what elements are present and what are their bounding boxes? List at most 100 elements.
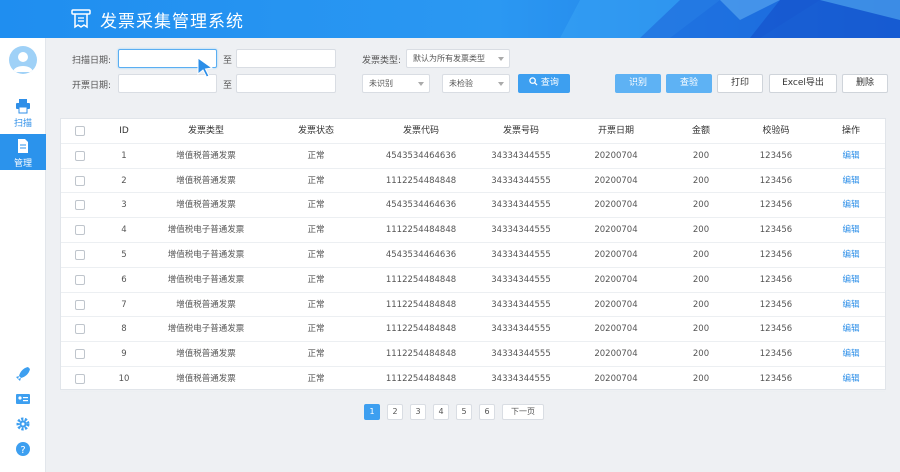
excel-export-button[interactable]: Excel导出 [769, 74, 837, 93]
id-card-icon[interactable] [15, 391, 31, 407]
row-checkbox[interactable] [75, 175, 85, 186]
chevron-down-icon [498, 57, 504, 61]
invoice-type-value: 默认为所有发票类型 [413, 54, 485, 63]
table-row[interactable]: 5 增值税电子普通发票 正常 4543534464636 34334344555 2020… [61, 243, 885, 268]
edit-link[interactable]: 编辑 [831, 218, 871, 242]
cell-amount: 200 [692, 250, 710, 260]
page-button-3[interactable]: 3 [410, 404, 426, 420]
header-check-code: 校验码 [762, 126, 790, 136]
issue-date-end-input[interactable] [236, 74, 336, 93]
edit-link[interactable]: 编辑 [831, 144, 871, 168]
page-button-4[interactable]: 4 [433, 404, 449, 420]
cell-number: 34334344555 [491, 150, 551, 161]
header-operation: 操作 [841, 126, 860, 136]
cell-status: 正常 [307, 299, 325, 310]
cell-check-code: 123456 [759, 200, 793, 211]
table-row[interactable]: 2 增值税普通发票 正常 1112254484848 34334344555 202007… [61, 169, 885, 194]
cell-code: 1112254484848 [385, 225, 457, 236]
page-button-6[interactable]: 6 [479, 404, 495, 420]
table-row[interactable]: 3 增值税普通发票 正常 4543534464636 34334344555 202007… [61, 193, 885, 219]
sidebar-item-scan[interactable]: 扫描 [0, 94, 46, 130]
edit-link[interactable]: 编辑 [831, 367, 871, 391]
edit-link[interactable]: 编辑 [831, 169, 871, 193]
cell-type: 增值税普通发票 [176, 150, 236, 161]
search-icon [529, 77, 538, 86]
scan-date-label: 扫描日期: [72, 56, 112, 66]
main-content: 扫描日期: 至 发票类型: 默认为所有发票类型 开票日期: 至 未识别 未检验 … [46, 38, 900, 472]
search-button[interactable]: 查询 [518, 74, 570, 93]
header-status: 发票状态 [297, 126, 334, 136]
row-checkbox[interactable] [75, 150, 85, 161]
cell-check-code: 123456 [759, 274, 793, 285]
row-checkbox[interactable] [75, 250, 85, 260]
table-row[interactable]: 6 增值税电子普通发票 正常 1112254484848 34334344555 2020… [61, 268, 885, 293]
svg-text:?: ? [20, 445, 25, 456]
sidebar-item-manage[interactable]: 管理 [0, 134, 46, 170]
cell-code: 1112254484848 [385, 274, 457, 285]
search-button-label: 查询 [540, 78, 559, 88]
cell-status: 正常 [307, 250, 325, 260]
edit-link[interactable]: 编辑 [831, 243, 871, 267]
print-button[interactable]: 打印 [717, 74, 763, 93]
cell-type: 增值税电子普通发票 [167, 324, 245, 335]
chevron-down-icon [498, 82, 504, 86]
table-row[interactable]: 10 增值税普通发票 正常 1112254484848 34334344555 20200… [61, 367, 885, 392]
edit-link[interactable]: 编辑 [831, 342, 871, 366]
row-checkbox[interactable] [75, 274, 85, 285]
verify-button[interactable]: 查验 [666, 74, 712, 93]
recognition-status-select[interactable]: 未识别 [362, 74, 430, 93]
gear-icon[interactable] [15, 416, 31, 432]
table-row[interactable]: 1 增值税普通发票 正常 4543534464636 34334344555 202007… [61, 144, 885, 169]
edit-link[interactable]: 编辑 [831, 268, 871, 292]
cell-number: 34334344555 [491, 324, 551, 335]
avatar[interactable] [9, 46, 37, 74]
cell-status: 正常 [307, 349, 325, 360]
cell-date: 20200704 [594, 200, 638, 211]
cell-status: 正常 [307, 150, 325, 161]
invoice-type-select[interactable]: 默认为所有发票类型 [406, 49, 510, 68]
edit-link[interactable]: 编辑 [831, 193, 871, 217]
select-all-checkbox[interactable] [75, 126, 85, 136]
table-row[interactable]: 9 增值税普通发票 正常 1112254484848 34334344555 202007… [61, 342, 885, 367]
rocket-icon[interactable] [15, 366, 31, 382]
cell-number: 34334344555 [491, 299, 551, 310]
cell-status: 正常 [307, 324, 325, 335]
cell-check-code: 123456 [759, 374, 793, 384]
issue-date-label: 开票日期: [72, 81, 112, 91]
table-row[interactable]: 7 增值税普通发票 正常 1112254484848 34334344555 202007… [61, 293, 885, 318]
cell-number: 34334344555 [491, 274, 551, 285]
scan-date-end-input[interactable] [236, 49, 336, 68]
page-button-1[interactable]: 1 [364, 404, 380, 420]
edit-link[interactable]: 编辑 [831, 293, 871, 317]
cell-date: 20200704 [594, 299, 638, 310]
table-row[interactable]: 4 增值税电子普通发票 正常 1112254484848 34334344555 2020… [61, 218, 885, 243]
cell-amount: 200 [692, 274, 710, 285]
row-checkbox[interactable] [75, 324, 85, 335]
cell-status: 正常 [307, 274, 325, 285]
delete-button[interactable]: 删除 [842, 74, 888, 93]
row-checkbox[interactable] [75, 225, 85, 236]
cell-status: 正常 [307, 175, 325, 186]
page-button-2[interactable]: 2 [387, 404, 403, 420]
cell-check-code: 123456 [759, 250, 793, 260]
page-button-5[interactable]: 5 [456, 404, 472, 420]
sidebar: 扫描 管理 ? [0, 38, 46, 472]
cell-id: 1 [121, 150, 127, 161]
row-checkbox[interactable] [75, 299, 85, 310]
table-row[interactable]: 8 增值税电子普通发票 正常 1112254484848 34334344555 2020… [61, 317, 885, 343]
cell-code: 1112254484848 [385, 175, 457, 186]
row-checkbox[interactable] [75, 374, 85, 384]
cell-number: 34334344555 [491, 225, 551, 236]
cell-id: 9 [121, 349, 127, 360]
cell-id: 10 [118, 374, 130, 384]
recognize-button[interactable]: 识别 [615, 74, 661, 93]
to-label: 至 [223, 81, 233, 91]
invoice-type-label: 发票类型: [362, 56, 402, 66]
row-checkbox[interactable] [75, 349, 85, 360]
cell-date: 20200704 [594, 150, 638, 161]
help-icon[interactable]: ? [15, 441, 31, 457]
verification-status-select[interactable]: 未检验 [442, 74, 510, 93]
edit-link[interactable]: 编辑 [831, 317, 871, 341]
row-checkbox[interactable] [75, 200, 85, 211]
next-page-button[interactable]: 下一页 [502, 404, 544, 420]
